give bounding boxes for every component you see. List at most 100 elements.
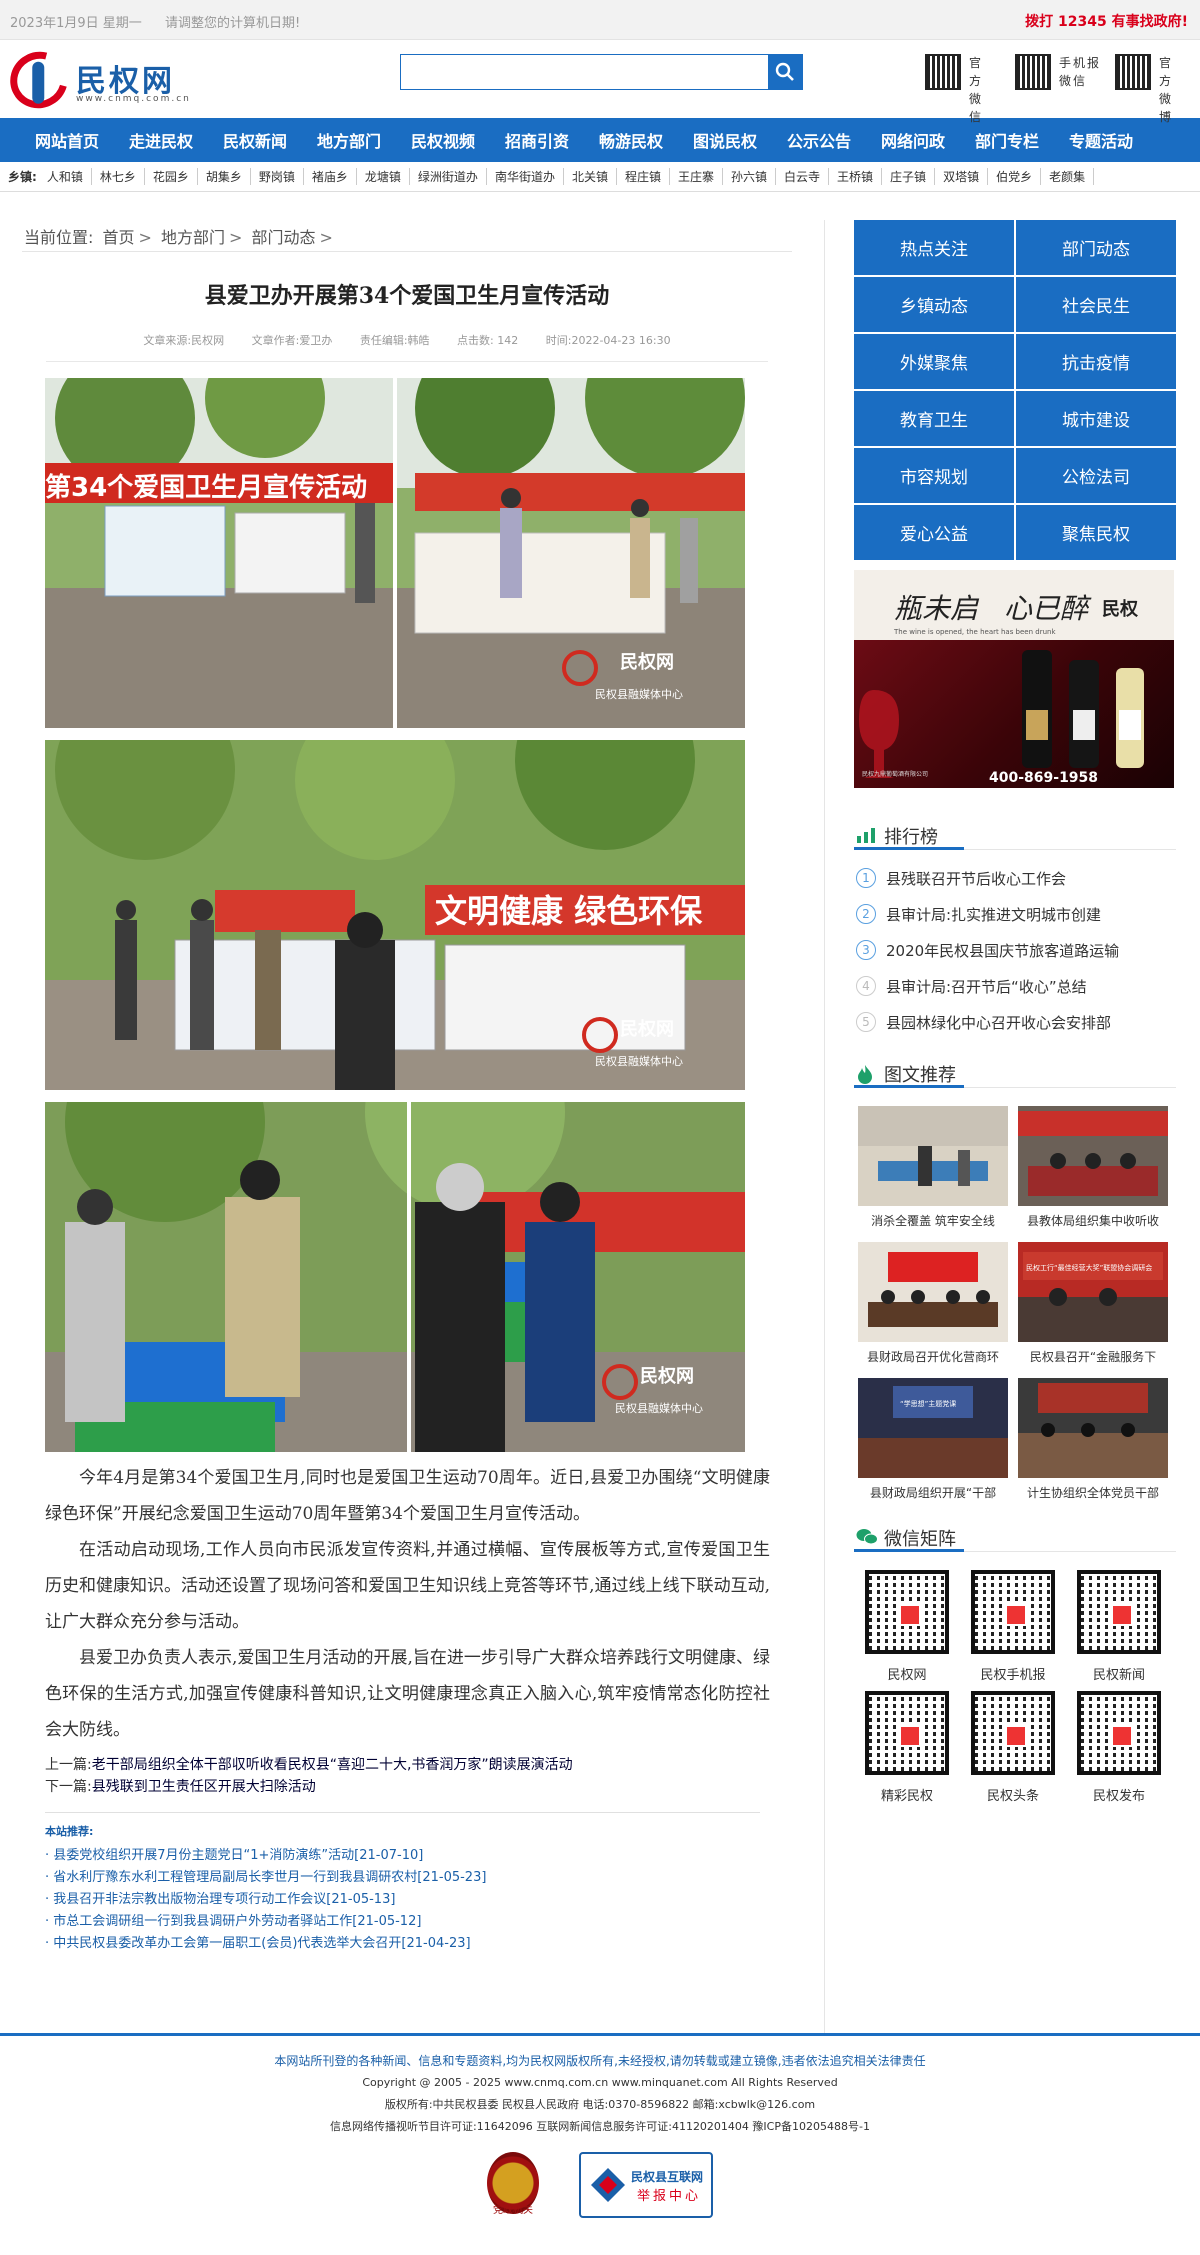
- town-link[interactable]: 龙塘镇: [357, 168, 410, 185]
- town-link[interactable]: 白云寺: [776, 168, 830, 185]
- category-link[interactable]: 乡镇动态: [854, 277, 1014, 332]
- nav-item[interactable]: 专题活动: [1054, 128, 1148, 152]
- picture-caption[interactable]: 消杀全覆盖 筑牢安全线: [858, 1212, 1008, 1230]
- wechat-account[interactable]: 民权手机报: [960, 1570, 1066, 1683]
- ranking-link[interactable]: 县审计局:召开节后“收心”总结: [886, 976, 1087, 997]
- category-link[interactable]: 社会民生: [1016, 277, 1176, 332]
- town-link[interactable]: 双塔镇: [935, 168, 989, 185]
- town-link[interactable]: 程庄镇: [617, 168, 670, 185]
- ranking-link[interactable]: 县园林绿化中心召开收心会安排部: [886, 1012, 1111, 1033]
- nav-item[interactable]: 民权视频: [396, 128, 490, 152]
- nav-item[interactable]: 网站首页: [20, 128, 114, 152]
- breadcrumb-sep: >: [229, 228, 243, 247]
- picture-card[interactable]: 计生协组织全体党员干部: [1018, 1378, 1168, 1502]
- recommend-item[interactable]: · 我县召开非法宗教出版物治理专项行动工作会议[21-05-13]: [45, 1889, 760, 1911]
- nav-item[interactable]: 地方部门: [302, 128, 396, 152]
- breadcrumb-link[interactable]: 地方部门: [161, 228, 225, 247]
- town-link[interactable]: 王桥镇: [829, 168, 883, 185]
- category-link[interactable]: 外媒聚焦: [854, 334, 1014, 389]
- nav-item[interactable]: 民权新闻: [208, 128, 302, 152]
- category-link[interactable]: 聚焦民权: [1016, 505, 1176, 560]
- town-link[interactable]: 老颜集: [1041, 168, 1095, 185]
- town-link[interactable]: 人和镇: [39, 168, 92, 185]
- category-link[interactable]: 爱心公益: [854, 505, 1014, 560]
- wechat-account[interactable]: 民权发布: [1066, 1691, 1172, 1804]
- ranking-item[interactable]: 4 县审计局:召开节后“收心”总结: [854, 968, 1176, 1004]
- watermark-text: 民权网: [620, 1018, 674, 1040]
- category-link[interactable]: 教育卫生: [854, 391, 1014, 446]
- town-link[interactable]: 伯党乡: [988, 168, 1042, 185]
- ranking-link[interactable]: 县审计局:扎实推进文明城市创建: [886, 904, 1101, 925]
- nav-item[interactable]: 公示公告: [772, 128, 866, 152]
- breadcrumb-link[interactable]: 部门动态: [252, 228, 316, 247]
- hotline-text[interactable]: 拨打 12345 有事找政府!: [1025, 11, 1188, 31]
- category-link[interactable]: 公检法司: [1016, 448, 1176, 503]
- picture-card[interactable]: “学思想”主题党课 县财政局组织开展“干部: [858, 1378, 1008, 1502]
- picture-caption[interactable]: 县财政局组织开展“干部: [858, 1484, 1008, 1502]
- town-link[interactable]: 林七乡: [92, 168, 145, 185]
- ranking-link[interactable]: 2020年民权县国庆节旅客道路运输: [886, 940, 1119, 961]
- nav-item[interactable]: 图说民权: [678, 128, 772, 152]
- town-link[interactable]: 北关镇: [564, 168, 617, 185]
- rank-number-icon: 5: [856, 1012, 876, 1032]
- ranking-item[interactable]: 1 县残联召开节后收心工作会: [854, 860, 1176, 896]
- watermark-sub: 民权县融媒体中心: [595, 687, 683, 701]
- town-link[interactable]: 孙六镇: [723, 168, 777, 185]
- ranking-item[interactable]: 5 县园林绿化中心召开收心会安排部: [854, 1004, 1176, 1040]
- ranking-link[interactable]: 县残联召开节后收心工作会: [886, 868, 1066, 889]
- recommend-item[interactable]: · 省水利厅豫东水利工程管理局副局长李世月一行到我县调研农村[21-05-23]: [45, 1867, 760, 1889]
- picture-caption[interactable]: 民权县召开“金融服务下: [1018, 1348, 1168, 1366]
- picture-card[interactable]: 县财政局召开优化营商环: [858, 1242, 1008, 1366]
- banner-text: 第34个爱国卫生月宣传活动: [45, 472, 367, 503]
- nav-item[interactable]: 部门专栏: [960, 128, 1054, 152]
- wechat-account[interactable]: 精彩民权: [854, 1691, 960, 1804]
- wechat-qr-icon[interactable]: [925, 54, 961, 90]
- town-link[interactable]: 胡集乡: [198, 168, 251, 185]
- picture-caption[interactable]: 县教体局组织集中收听收: [1018, 1212, 1168, 1230]
- mobile-qr-icon[interactable]: [1015, 54, 1051, 90]
- screen-text: 民权工行“最佳经营大奖”联盟协会调研会: [1026, 1263, 1152, 1272]
- site-footer: 本网站所刊登的各种新闻、信息和专题资料,均为民权网版权所有,未经授权,请勿转载或…: [0, 2033, 1200, 2255]
- wechat-account[interactable]: 民权新闻: [1066, 1570, 1172, 1683]
- recommend-item[interactable]: · 市总工会调研组一行到我县调研户外劳动者驿站工作[21-05-12]: [45, 1911, 760, 1933]
- breadcrumb-link[interactable]: 首页: [103, 228, 135, 247]
- report-center-badge[interactable]: 民权县互联网 举报中心: [579, 2152, 713, 2218]
- wine-ad[interactable]: 瓶未启 心已醉 The wine is opened, the heart ha…: [854, 570, 1174, 788]
- nav-item[interactable]: 畅游民权: [584, 128, 678, 152]
- prev-article-link[interactable]: 老干部局组织全体干部収听收看民权县“喜迎二十大,书香润万家”朗读展演活动: [92, 1757, 573, 1773]
- picture-card[interactable]: 民权工行“最佳经营大奖”联盟协会调研会 民权县召开“金融服务下: [1018, 1242, 1168, 1366]
- town-link[interactable]: 王庄寨: [670, 168, 723, 185]
- ranking-item[interactable]: 2 县审计局:扎实推进文明城市创建: [854, 896, 1176, 932]
- wechat-account[interactable]: 民权网: [854, 1570, 960, 1683]
- breadcrumb-sep: >: [319, 228, 333, 247]
- nav-item[interactable]: 网络问政: [866, 128, 960, 152]
- weibo-qr-icon[interactable]: [1115, 54, 1151, 90]
- picture-card[interactable]: 县教体局组织集中收听收: [1018, 1106, 1168, 1230]
- site-logo[interactable]: 民权网 www.cnmq.com.cn: [0, 41, 200, 119]
- town-link[interactable]: 绿洲街道办: [410, 168, 487, 185]
- category-link[interactable]: 抗击疫情: [1016, 334, 1176, 389]
- official-wechat-label: 官方微信: [969, 56, 990, 124]
- town-link[interactable]: 野岗镇: [251, 168, 304, 185]
- picture-caption[interactable]: 县财政局召开优化营商环: [858, 1348, 1008, 1366]
- nav-item[interactable]: 走进民权: [114, 128, 208, 152]
- party-gov-badge[interactable]: 党政机关: [487, 2152, 539, 2222]
- category-link[interactable]: 热点关注: [854, 220, 1014, 275]
- town-link[interactable]: 南华街道办: [487, 168, 564, 185]
- recommend-item[interactable]: · 中共民权县委改革办工会第一届职工(会员)代表选举大会召开[21-04-23]: [45, 1933, 760, 1955]
- picture-caption[interactable]: 计生协组织全体党员干部: [1018, 1484, 1168, 1502]
- ranking-item[interactable]: 3 2020年民权县国庆节旅客道路运输: [854, 932, 1176, 968]
- category-link[interactable]: 城市建设: [1016, 391, 1176, 446]
- nav-item[interactable]: 招商引资: [490, 128, 584, 152]
- category-link[interactable]: 部门动态: [1016, 220, 1176, 275]
- recommend-item[interactable]: · 县委党校组织开展7月份主题党日“1+消防演练”活动[21-07-10]: [45, 1845, 760, 1867]
- town-link[interactable]: 庄子镇: [882, 168, 936, 185]
- town-link[interactable]: 花园乡: [145, 168, 198, 185]
- wechat-account[interactable]: 民权头条: [960, 1691, 1066, 1804]
- town-link[interactable]: 褚庙乡: [304, 168, 357, 185]
- search-input[interactable]: [401, 55, 769, 89]
- category-link[interactable]: 市容规划: [854, 448, 1014, 503]
- search-button[interactable]: [768, 55, 802, 89]
- picture-card[interactable]: 消杀全覆盖 筑牢安全线: [858, 1106, 1008, 1230]
- next-article-link[interactable]: 县残联到卫生责任区开展大扫除活动: [92, 1779, 316, 1795]
